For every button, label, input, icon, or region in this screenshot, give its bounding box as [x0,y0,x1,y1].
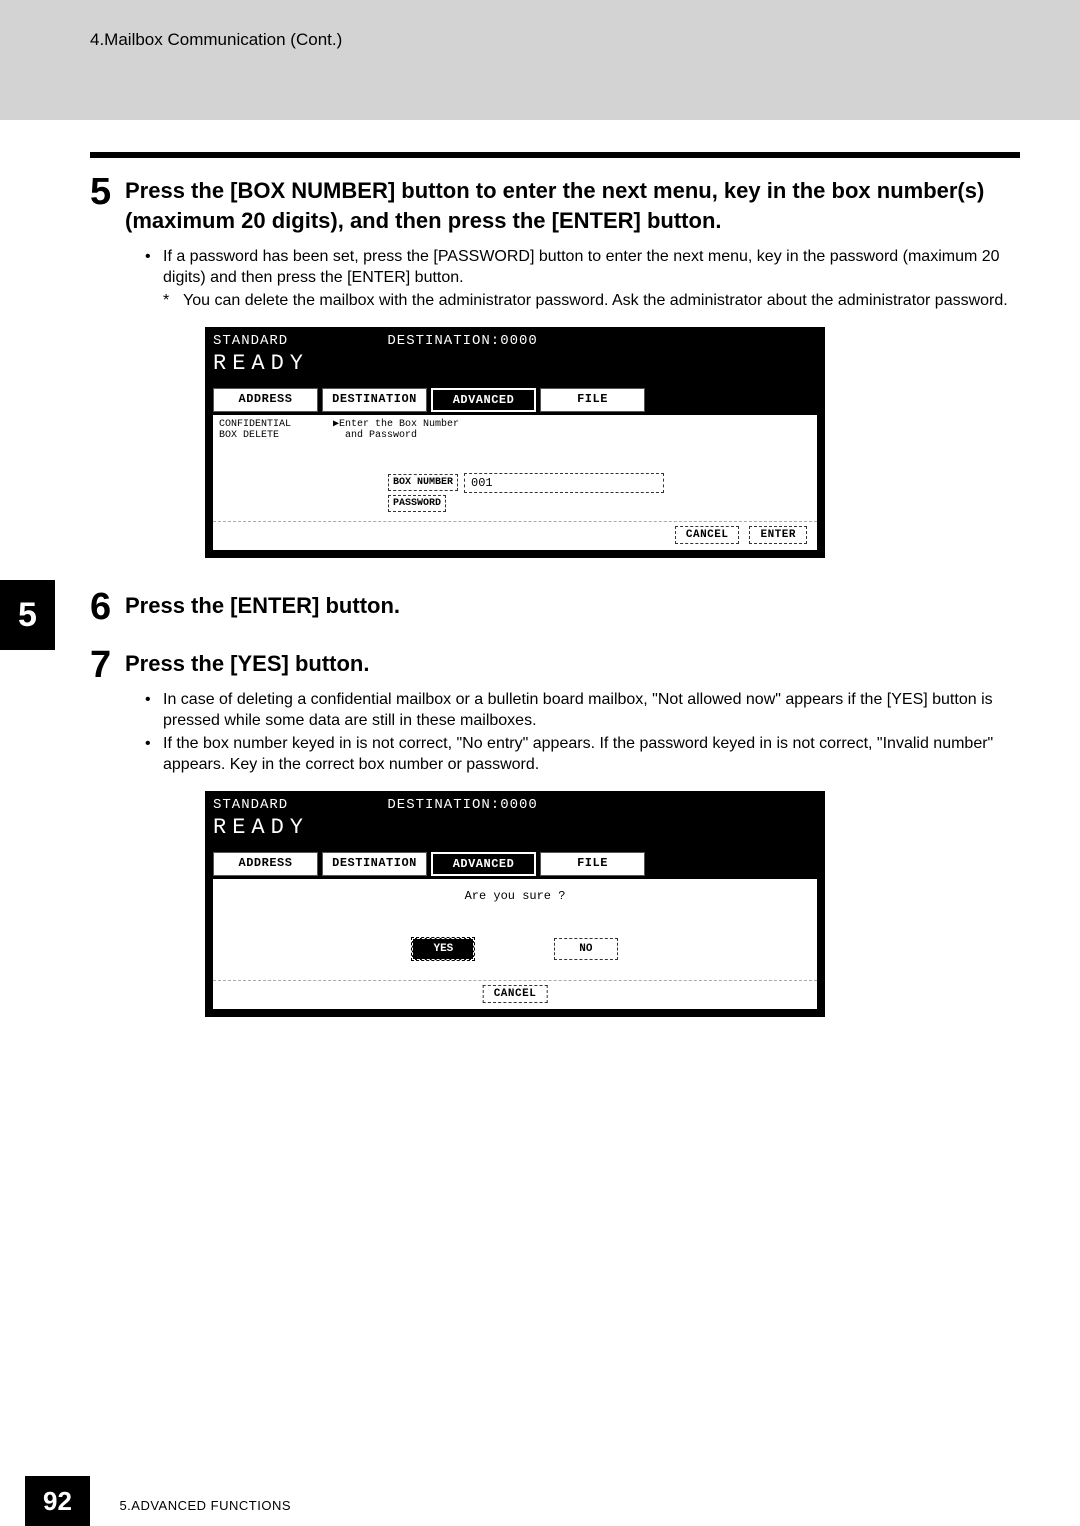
tab-file[interactable]: FILE [540,388,645,412]
ready-status: READY [213,815,817,840]
page-content: 5 Press the [BOX NUMBER] button to enter… [0,120,1080,1032]
step-7: 7 Press the [YES] button. • In case of d… [90,646,1020,1032]
confirm-text: Are you sure ? [219,883,811,903]
tab-destination[interactable]: DESTINATION [322,852,427,876]
cancel-button[interactable]: CANCEL [483,985,548,1003]
bullet-item: • In case of deleting a confidential mai… [125,690,1020,732]
chapter-side-tab: 5 [0,580,55,650]
panel-instruction: ▶Enter the Box Number and Password [333,419,459,441]
panel-divider [213,980,817,981]
step-number: 5 [90,173,125,211]
asterisk-icon: * [163,291,183,312]
destination-label: DESTINATION:0000 [387,333,537,349]
step-title: Press the [YES] button. [125,649,1020,679]
tab-destination[interactable]: DESTINATION [322,388,427,412]
box-number-button[interactable]: BOX NUMBER [388,474,458,491]
tab-address[interactable]: ADDRESS [213,852,318,876]
tab-row: ADDRESS DESTINATION ADVANCED FILE [213,852,817,876]
bullet-text: If a password has been set, press the [P… [163,247,1020,289]
bullet-text: In case of deleting a confidential mailb… [163,690,1020,732]
bullet-text: If the box number keyed in is not correc… [163,734,1020,776]
tab-address[interactable]: ADDRESS [213,388,318,412]
tab-row: ADDRESS DESTINATION ADVANCED FILE [213,388,817,412]
page-footer: 92 5.ADVANCED FUNCTIONS [0,1461,291,1526]
screen-panel: Are you sure ? YES NO CANCEL [213,879,817,1009]
step-5: 5 Press the [BOX NUMBER] button to enter… [90,173,1020,573]
tab-file[interactable]: FILE [540,852,645,876]
ready-status: READY [213,351,817,376]
screen-panel: CONFIDENTIAL BOX DELETE ▶Enter the Box N… [213,415,817,550]
box-number-value: 001 [464,473,664,493]
bullet-item: • If the box number keyed in is not corr… [125,734,1020,776]
page-header: 4.Mailbox Communication (Cont.) [0,0,1080,120]
bullet-icon: • [145,734,163,776]
sub-bullet-item: * You can delete the mailbox with the ad… [125,291,1020,312]
yes-button[interactable]: YES [412,938,474,960]
step-title: Press the [BOX NUMBER] button to enter t… [125,176,1020,235]
footer-section: 5.ADVANCED FUNCTIONS [119,1498,291,1513]
enter-button[interactable]: ENTER [749,526,807,544]
device-screen-2: STANDARD DESTINATION:0000 READY ADDRESS … [205,791,825,1017]
breadcrumb: 4.Mailbox Communication (Cont.) [90,30,990,50]
step-number: 7 [90,646,125,684]
no-button[interactable]: NO [554,938,617,960]
step-number: 6 [90,588,125,626]
device-screen-1: STANDARD DESTINATION:0000 READY ADDRESS … [205,327,825,558]
panel-mode-label: CONFIDENTIAL BOX DELETE [219,419,291,441]
step-6: 6 Press the [ENTER] button. [90,588,1020,626]
step-title: Press the [ENTER] button. [125,591,1020,621]
divider-bar [90,152,1020,158]
password-button[interactable]: PASSWORD [388,495,446,512]
tab-advanced[interactable]: ADVANCED [431,852,536,876]
tab-advanced[interactable]: ADVANCED [431,388,536,412]
page-number: 92 [25,1476,90,1526]
panel-divider [213,521,817,522]
mode-label: STANDARD [213,333,288,349]
bullet-item: • If a password has been set, press the … [125,247,1020,289]
cancel-button[interactable]: CANCEL [675,526,740,544]
destination-label: DESTINATION:0000 [387,797,537,813]
mode-label: STANDARD [213,797,288,813]
bullet-icon: • [145,247,163,289]
sub-bullet-text: You can delete the mailbox with the admi… [183,291,1008,312]
bullet-icon: • [145,690,163,732]
